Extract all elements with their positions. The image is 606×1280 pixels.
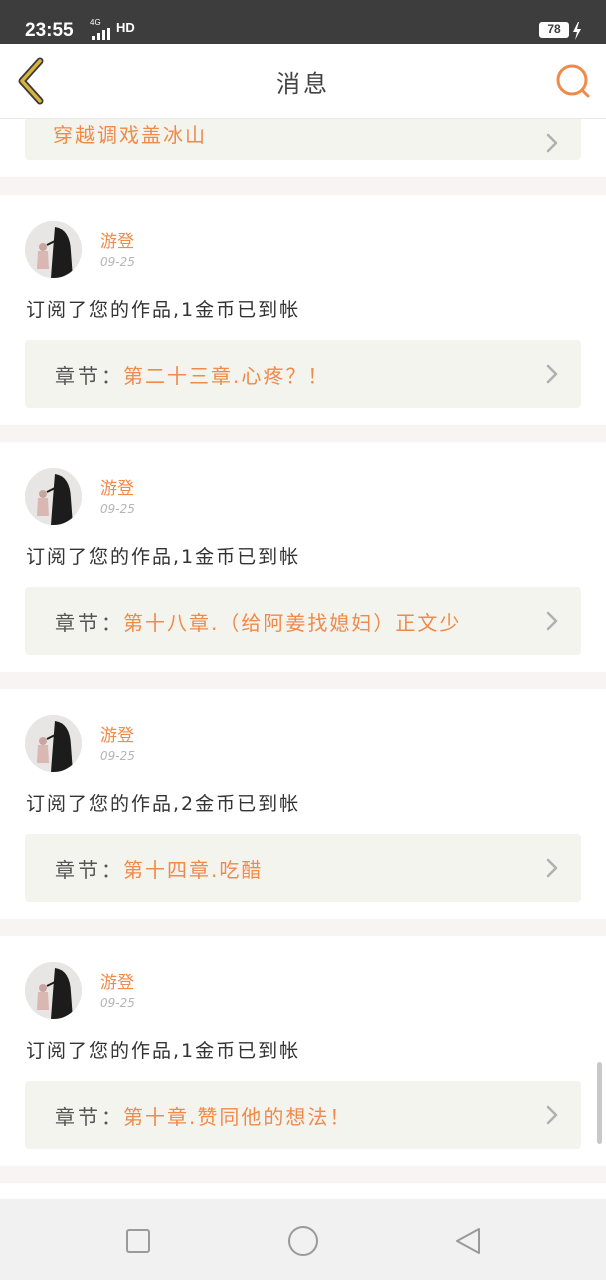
avatar[interactable] (25, 962, 82, 1019)
chapter-title: 第十章.赞同他的想法！ (123, 1105, 352, 1129)
chapter-link[interactable]: 章节： 第十章.赞同他的想法！ (25, 1081, 581, 1149)
chapter-title: 第十四章.吃醋 (123, 858, 264, 882)
message-date: 09-25 (100, 996, 135, 1010)
chapter-prefix: 章节： (55, 1105, 124, 1129)
battery-level: 78 (547, 22, 561, 36)
chapter-link[interactable]: 章节： 第十四章.吃醋 (25, 834, 581, 902)
hd-indicator: HD (116, 20, 135, 35)
chapter-title: 穿越调戏盖冰山 (53, 123, 207, 147)
avatar-image (25, 221, 82, 278)
status-bar: 23:55 4G HD 78 (0, 0, 606, 44)
square-icon (126, 1229, 150, 1253)
battery-indicator: 78 (539, 22, 569, 38)
chevron-right-icon (546, 1105, 558, 1125)
app-header: 消息 (0, 44, 606, 119)
username[interactable]: 游登 (100, 968, 134, 993)
network-type: 4G (90, 18, 101, 27)
chapter-link[interactable]: 章节： 第十八章.（给阿姜找媳妇）正文少 (25, 587, 581, 655)
message-date: 09-25 (100, 255, 135, 269)
chevron-right-icon (546, 133, 558, 153)
message-list[interactable]: 穿越调戏盖冰山 游登 09-25 订阅了您的作品,1金币已到帐 章节： 第二十三… (0, 119, 606, 1199)
avatar[interactable] (25, 468, 82, 525)
message-date: 09-25 (100, 502, 135, 516)
search-button[interactable] (552, 62, 592, 102)
avatar-image (25, 468, 82, 525)
status-time: 23:55 (25, 20, 74, 41)
chapter-title: 第十八章.（给阿姜找媳妇）正文少 (123, 611, 462, 635)
username[interactable]: 游登 (100, 227, 134, 252)
message-text: 订阅了您的作品,2金币已到帐 (26, 793, 301, 815)
chapter-prefix: 章节： (55, 858, 124, 882)
signal-indicator: 4G HD (90, 18, 136, 40)
chevron-right-icon (546, 611, 558, 631)
page-title: 消息 (276, 70, 330, 98)
message-card-partial: 穿越调戏盖冰山 (0, 119, 606, 177)
message-text: 订阅了您的作品,1金币已到帐 (26, 546, 301, 568)
message-date: 09-25 (100, 749, 135, 763)
system-nav-bar (0, 1199, 606, 1280)
search-icon (556, 64, 590, 98)
avatar[interactable] (25, 715, 82, 772)
scrollbar[interactable] (597, 1062, 602, 1144)
chapter-link[interactable]: 章节： 第二十三章.心疼？！ (25, 340, 581, 408)
chapter-prefix: 章节： (55, 364, 124, 388)
triangle-back-icon (456, 1228, 480, 1254)
recent-apps-button[interactable] (118, 1221, 158, 1261)
avatar-image (25, 715, 82, 772)
back-nav-button[interactable] (448, 1221, 488, 1261)
username[interactable]: 游登 (100, 474, 134, 499)
message-card: 游登 09-25 订阅了您的作品,1金币已到帐 章节： 第二十三章.心疼？！ (0, 195, 606, 425)
chapter-link[interactable]: 穿越调戏盖冰山 (25, 119, 581, 160)
message-card-partial (0, 1183, 606, 1199)
home-button[interactable] (283, 1221, 323, 1261)
signal-bars-icon (92, 28, 114, 40)
message-text: 订阅了您的作品,1金币已到帐 (26, 1040, 301, 1062)
chevron-right-icon (546, 364, 558, 384)
avatar[interactable] (25, 221, 82, 278)
chapter-title: 第二十三章.心疼？！ (123, 364, 330, 388)
chapter-prefix: 章节： (55, 611, 124, 635)
charging-icon (573, 22, 581, 40)
message-card: 游登 09-25 订阅了您的作品,2金币已到帐 章节： 第十四章.吃醋 (0, 689, 606, 919)
avatar-image (25, 962, 82, 1019)
message-card: 游登 09-25 订阅了您的作品,1金币已到帐 章节： 第十章.赞同他的想法！ (0, 936, 606, 1166)
message-text: 订阅了您的作品,1金币已到帐 (26, 299, 301, 321)
chevron-right-icon (546, 858, 558, 878)
username[interactable]: 游登 (100, 721, 134, 746)
circle-icon (288, 1226, 318, 1256)
message-card: 游登 09-25 订阅了您的作品,1金币已到帐 章节： 第十八章.（给阿姜找媳妇… (0, 442, 606, 672)
